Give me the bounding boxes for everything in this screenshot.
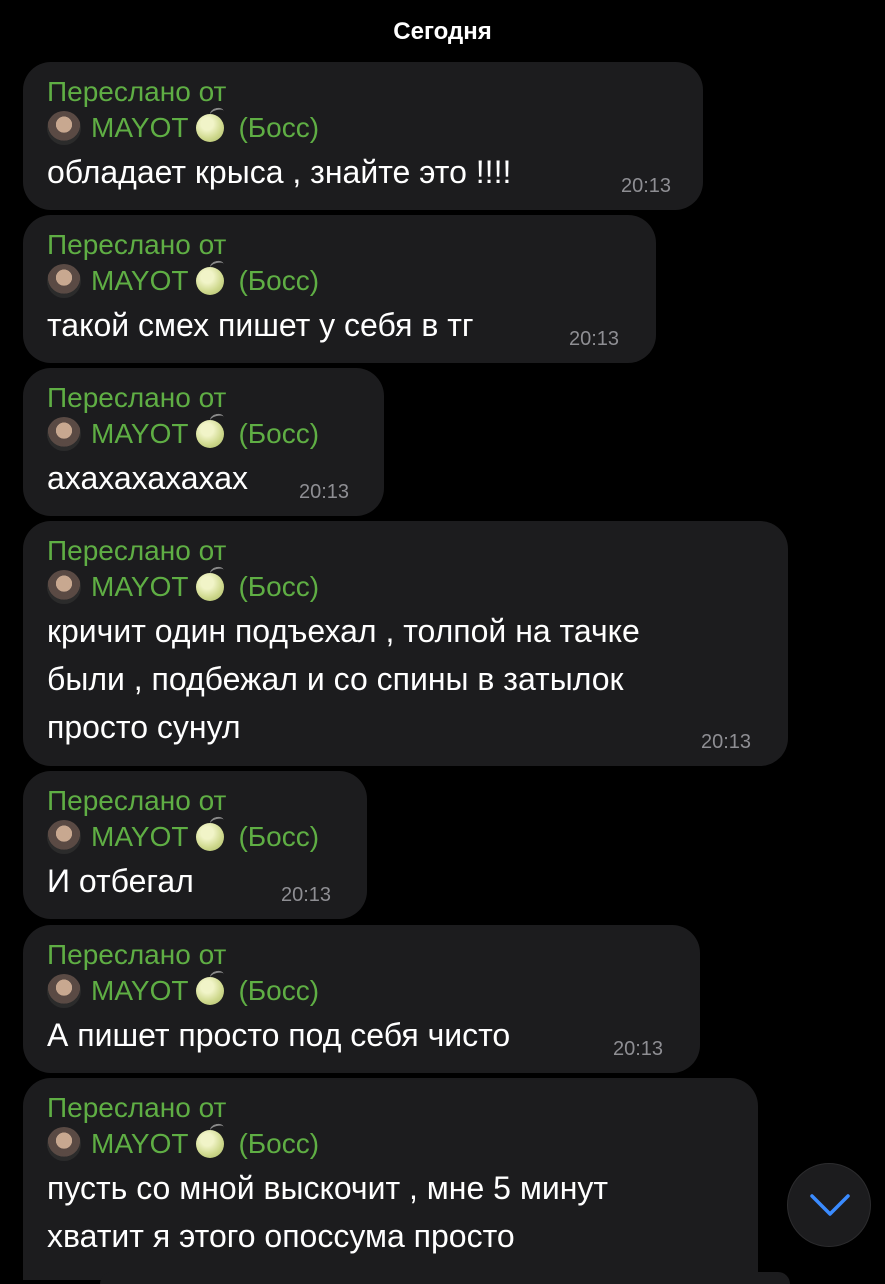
melon-icon <box>196 823 225 851</box>
date-header: Сегодня <box>393 18 492 45</box>
message-bubble[interactable]: Переслано от MAYOT (Босс) обладает крыса… <box>23 62 703 210</box>
message-time: 20:13 <box>569 328 620 350</box>
forwarded-label: Переслано от <box>47 229 227 260</box>
forwarded-sender[interactable]: MAYOT (Босс) <box>47 414 360 454</box>
avatar <box>47 820 81 854</box>
sender-title: (Босс) <box>238 265 320 296</box>
message-bubble[interactable]: Переслано от MAYOT (Босс) такой смех пиш… <box>23 215 656 363</box>
melon-icon <box>196 267 225 295</box>
forwarded-label: Переслано от <box>47 785 227 816</box>
sender-name: MAYOT <box>91 975 189 1006</box>
message-time: 20:13 <box>613 1038 664 1060</box>
message-text: пусть со мной выскочит , мне 5 минут хва… <box>47 1170 609 1254</box>
avatar <box>47 974 81 1008</box>
message-time: 20:13 <box>621 175 672 197</box>
avatar <box>47 417 81 451</box>
forwarded-sender[interactable]: MAYOT (Босс) <box>47 971 676 1011</box>
sender-title: (Босс) <box>238 1128 320 1159</box>
forwarded-sender[interactable]: MAYOT (Босс) <box>47 261 632 301</box>
avatar <box>47 264 81 298</box>
melon-icon <box>196 573 225 601</box>
sender-title: (Босс) <box>238 975 320 1006</box>
sender-name: MAYOT <box>91 112 189 143</box>
message-bubble[interactable]: Переслано от MAYOT (Босс) пусть со мной … <box>23 1078 758 1280</box>
avatar <box>47 1127 81 1161</box>
sender-title: (Босс) <box>238 821 320 852</box>
forwarded-label: Переслано от <box>47 1092 227 1123</box>
sender-title: (Босс) <box>238 418 320 449</box>
message-time: 20:13 <box>299 481 350 503</box>
forwarded-sender[interactable]: MAYOT (Босс) <box>47 567 764 607</box>
message-time: 20:13 <box>281 884 332 906</box>
message-bubble[interactable]: Переслано от MAYOT (Босс) кричит один по… <box>23 521 788 766</box>
forwarded-label: Переслано от <box>47 76 227 107</box>
sender-name: MAYOT <box>91 821 189 852</box>
chevron-down-icon <box>810 1194 850 1216</box>
forwarded-label: Переслано от <box>47 535 227 566</box>
sender-title: (Босс) <box>238 571 320 602</box>
sender-name: MAYOT <box>91 418 189 449</box>
scroll-down-button[interactable] <box>787 1163 871 1247</box>
message-text: кричит один подъехал , толпой на тачке б… <box>47 613 640 745</box>
sender-name: MAYOT <box>91 1128 189 1159</box>
message-text: А пишет просто под себя чисто <box>47 1017 511 1053</box>
avatar <box>47 111 81 145</box>
message-bubble[interactable]: Переслано от MAYOT (Босс) А пишет просто… <box>23 925 700 1073</box>
forwarded-label: Переслано от <box>47 939 227 970</box>
forwarded-sender[interactable]: MAYOT (Босс) <box>47 817 343 857</box>
input-bar-edge <box>100 1272 790 1284</box>
melon-icon <box>196 977 225 1005</box>
message-time: 20:13 <box>701 731 752 753</box>
melon-icon <box>196 420 225 448</box>
forwarded-sender[interactable]: MAYOT (Босс) <box>47 108 679 148</box>
message-bubble[interactable]: Переслано от MAYOT (Босс) ахахахахахах 2… <box>23 368 384 516</box>
melon-icon <box>196 114 225 142</box>
avatar <box>47 570 81 604</box>
sender-title: (Босс) <box>238 112 320 143</box>
message-bubble[interactable]: Переслано от MAYOT (Босс) И отбегал 20:1… <box>23 771 367 919</box>
melon-icon <box>196 1130 225 1158</box>
message-text: такой смех пишет у себя в тг <box>47 307 474 343</box>
forwarded-label: Переслано от <box>47 382 227 413</box>
sender-name: MAYOT <box>91 571 189 602</box>
forwarded-sender[interactable]: MAYOT (Босс) <box>47 1124 734 1164</box>
message-text: обладает крыса , знайте это !!!! <box>47 154 512 190</box>
sender-name: MAYOT <box>91 265 189 296</box>
